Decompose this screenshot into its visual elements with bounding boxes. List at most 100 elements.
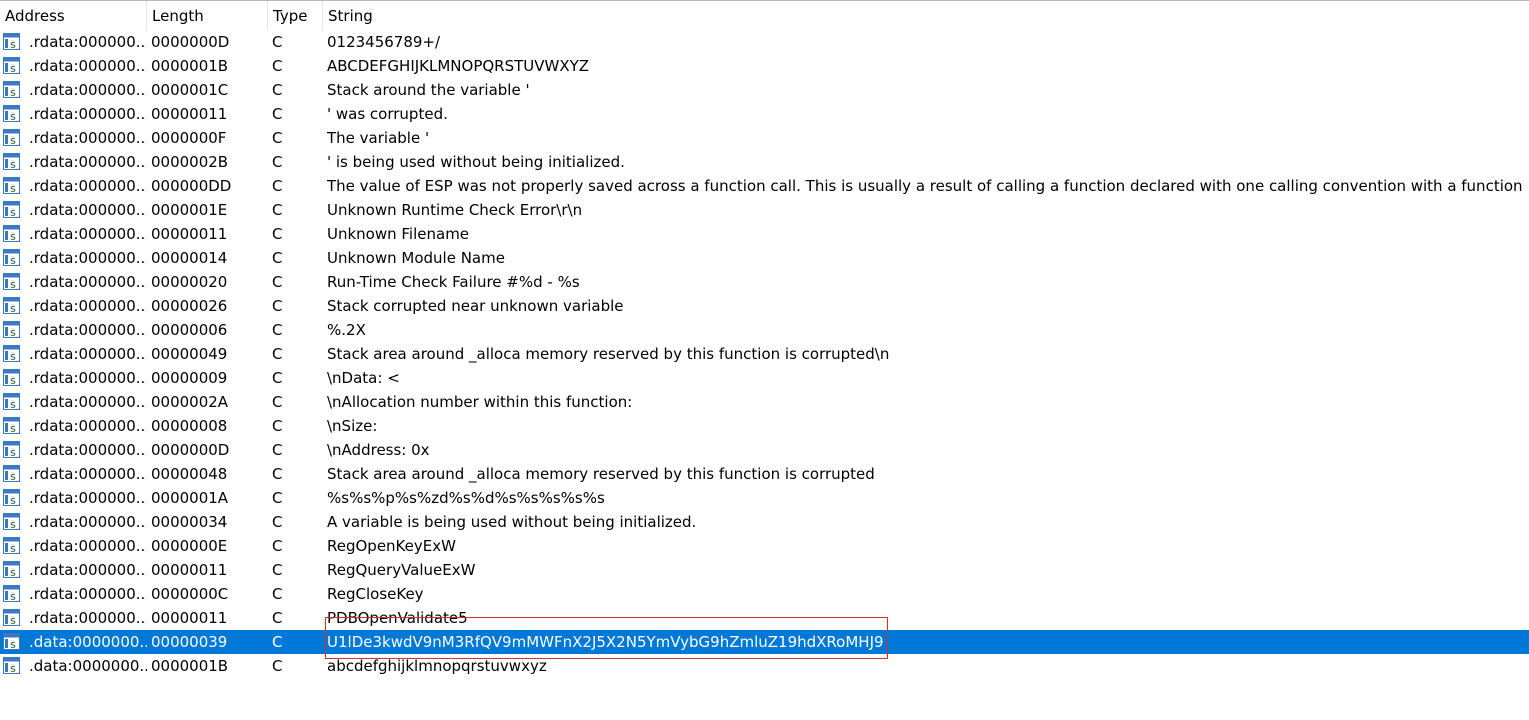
svg-text:s: s: [10, 326, 16, 338]
table-row[interactable]: s .rdata:000000... 00000009 C \nData: <: [0, 366, 1529, 390]
table-row[interactable]: s .rdata:000000... 00000011 C RegQueryValueE…: [0, 558, 1529, 582]
string-icon: s: [3, 246, 23, 270]
cell-type: C: [272, 489, 283, 507]
svg-text:s: s: [10, 518, 16, 530]
cell-length: 00000011: [151, 225, 228, 243]
string-icon: s: [3, 630, 23, 654]
cell-type: C: [272, 249, 283, 267]
table-row[interactable]: s .rdata:000000... 00000020 C Run-Time Check…: [0, 270, 1529, 294]
table-row[interactable]: s .rdata:000000... 000000DD C The value of E…: [0, 174, 1529, 198]
table-row[interactable]: s .rdata:000000... 00000049 C Stack area aro…: [0, 342, 1529, 366]
cell-address: .rdata:000000...: [29, 513, 147, 531]
column-header-type[interactable]: Type: [268, 1, 323, 30]
table-row[interactable]: s .rdata:000000... 00000014 C Unknown Module…: [0, 246, 1529, 270]
svg-text:s: s: [10, 398, 16, 410]
column-header-address[interactable]: Address: [0, 1, 147, 30]
cell-address: .rdata:000000...: [29, 537, 147, 555]
cell-address: .rdata:000000...: [29, 297, 147, 315]
column-header-length[interactable]: Length: [147, 1, 268, 30]
cell-string: Unknown Module Name: [327, 249, 505, 267]
table-row[interactable]: s .rdata:000000... 00000011 C PDBOpenValidat…: [0, 606, 1529, 630]
string-icon: s: [3, 534, 23, 558]
cell-length: 00000011: [151, 105, 228, 123]
table-row[interactable]: s .rdata:000000... 00000011 C ' was corrupte…: [0, 102, 1529, 126]
string-icon: s: [3, 30, 23, 54]
cell-string: Stack corrupted near unknown variable: [327, 297, 624, 315]
cell-string: RegQueryValueExW: [327, 561, 476, 579]
table-row[interactable]: s .rdata:000000... 0000000D C 0123456789+/: [0, 30, 1529, 54]
cell-address: .rdata:000000...: [29, 177, 147, 195]
table-row[interactable]: s .rdata:000000... 0000000E C RegOpenKeyExW: [0, 534, 1529, 558]
table-row[interactable]: s .rdata:000000... 0000001B C ABCDEFGHIJKLMN…: [0, 54, 1529, 78]
string-icon: s: [3, 318, 23, 342]
cell-type: C: [272, 105, 283, 123]
cell-string: Unknown Filename: [327, 225, 470, 243]
cell-address: .rdata:000000...: [29, 465, 147, 483]
cell-address: .rdata:000000...: [29, 417, 147, 435]
table-row[interactable]: s .rdata:000000... 0000001C C Stack around t…: [0, 78, 1529, 102]
cell-type: C: [272, 297, 283, 315]
svg-text:s: s: [10, 662, 16, 674]
cell-address: .rdata:000000...: [29, 201, 147, 219]
cell-address: .rdata:000000...: [29, 489, 147, 507]
cell-length: 00000006: [151, 321, 228, 339]
cell-type: C: [272, 417, 283, 435]
svg-text:s: s: [10, 134, 16, 146]
cell-address: .rdata:000000...: [29, 393, 147, 411]
cell-type: C: [272, 201, 283, 219]
cell-string: Stack around the variable ': [327, 81, 530, 99]
cell-length: 0000001E: [151, 201, 228, 219]
svg-text:s: s: [10, 206, 16, 218]
svg-text:s: s: [10, 38, 16, 50]
svg-text:s: s: [10, 302, 16, 314]
string-icon: s: [3, 222, 23, 246]
cell-address: .rdata:000000...: [29, 225, 147, 243]
cell-type: C: [272, 585, 283, 603]
table-row[interactable]: s .rdata:000000... 00000006 C %.2X: [0, 318, 1529, 342]
table-row[interactable]: s .rdata:000000... 0000001E C Unknown Runtim…: [0, 198, 1529, 222]
string-icon: s: [3, 174, 23, 198]
table-row[interactable]: s .data:0000000... 00000039 C U1lDe3kwdV9nM3…: [0, 630, 1529, 654]
table-row[interactable]: s .rdata:000000... 00000034 C A variable is …: [0, 510, 1529, 534]
table-row[interactable]: s .data:0000000... 0000001B Cabcdefghijklmn…: [0, 654, 1529, 678]
cell-type: C: [272, 129, 283, 147]
table-row[interactable]: s .rdata:000000... 0000001A C %s%s%p%s%zd%s%…: [0, 486, 1529, 510]
cell-length: 00000011: [151, 609, 228, 627]
cell-address: .rdata:000000...: [29, 33, 147, 51]
cell-address: .rdata:000000...: [29, 273, 147, 291]
table-body: s .rdata:000000... 0000000D C 0123456789+/s.…: [0, 30, 1529, 678]
svg-text:s: s: [10, 422, 16, 434]
cell-type: C: [272, 225, 283, 243]
table-row[interactable]: s .rdata:000000... 0000000F C The variable ': [0, 126, 1529, 150]
cell-length: 0000000F: [151, 129, 227, 147]
table-row[interactable]: s .rdata:000000... 00000008 C \nSize:: [0, 414, 1529, 438]
cell-length: 0000000C: [151, 585, 229, 603]
string-icon: s: [3, 366, 23, 390]
cell-string: \nData: <: [327, 369, 400, 387]
table-row[interactable]: s .rdata:000000... 0000002A C \nAllocation n…: [0, 390, 1529, 414]
svg-text:s: s: [10, 470, 16, 482]
table-row[interactable]: s .rdata:000000... 00000011 C Unknown Filena…: [0, 222, 1529, 246]
cell-length: 00000039: [151, 633, 228, 651]
cell-length: 00000014: [151, 249, 228, 267]
column-header-string[interactable]: String: [323, 1, 1529, 30]
table-row[interactable]: s .rdata:000000... 0000000C C RegCloseKey: [0, 582, 1529, 606]
cell-type: C: [272, 609, 283, 627]
table-row[interactable]: s .rdata:000000... 00000026 C Stack corrupte…: [0, 294, 1529, 318]
svg-text:s: s: [10, 182, 16, 194]
svg-text:s: s: [10, 542, 16, 554]
table-row[interactable]: s .rdata:000000... 00000048 C Stack area aro…: [0, 462, 1529, 486]
string-icon: s: [3, 654, 23, 678]
cell-string: ABCDEFGHIJKLMNOPQRSTUVWXYZ: [327, 57, 590, 75]
cell-type: C: [272, 513, 283, 531]
string-icon: s: [3, 270, 23, 294]
cell-length: 00000008: [151, 417, 228, 435]
cell-address: .rdata:000000...: [29, 249, 147, 267]
table-row[interactable]: s .rdata:000000... 0000002B C ' is being use…: [0, 150, 1529, 174]
table-row[interactable]: s .rdata:000000... 0000000D C \nAddress: 0x: [0, 438, 1529, 462]
svg-text:s: s: [10, 230, 16, 242]
string-icon: s: [3, 606, 23, 630]
cell-type: C: [272, 633, 283, 651]
cell-type: C: [272, 441, 283, 459]
cell-length: 0000001A: [151, 489, 229, 507]
